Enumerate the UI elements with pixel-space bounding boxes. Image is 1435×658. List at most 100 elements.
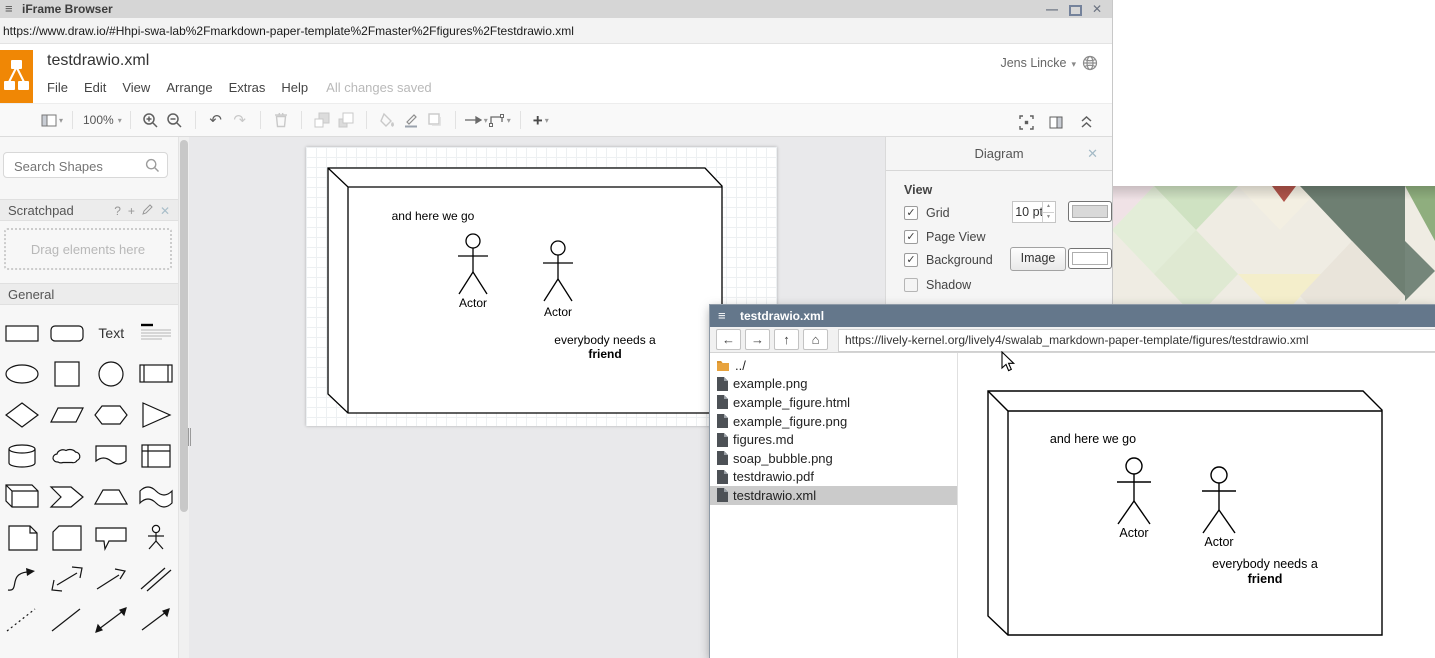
to-back-button[interactable] xyxy=(334,108,358,132)
search-input[interactable] xyxy=(12,154,146,178)
back-button[interactable]: ← xyxy=(716,329,741,350)
collapse-toolbar-button[interactable] xyxy=(1074,110,1098,134)
menu-arrange[interactable]: Arrange xyxy=(166,80,212,97)
maximize-button[interactable] xyxy=(1067,2,1083,16)
shape-arrow[interactable] xyxy=(89,558,134,599)
menu-file[interactable]: File xyxy=(47,80,68,97)
shape-process[interactable] xyxy=(134,353,179,394)
browser-url-bar[interactable]: https://www.draw.io/#Hhpi-swa-lab%2Fmark… xyxy=(0,18,1112,44)
shape-step[interactable] xyxy=(45,476,90,517)
menu-view[interactable]: View xyxy=(122,80,150,97)
shape-bidirectional-arrow[interactable] xyxy=(45,558,90,599)
fill-color-button[interactable] xyxy=(375,108,399,132)
shape-curve[interactable] xyxy=(0,558,45,599)
window-titlebar[interactable]: ≡ iFrame Browser — ✕ xyxy=(0,0,1112,19)
shape-callout[interactable] xyxy=(89,517,134,558)
close-button[interactable]: ✕ xyxy=(1089,2,1105,16)
scratchpad-help-icon[interactable]: ? xyxy=(114,200,121,222)
user-menu[interactable]: Jens Lincke ▾ xyxy=(1000,55,1098,71)
insert-dropdown[interactable]: + ▾ xyxy=(529,108,553,132)
shape-diamond[interactable] xyxy=(0,394,45,435)
page-view-checkbox[interactable]: ✓ xyxy=(904,230,918,244)
shape-actor[interactable] xyxy=(134,517,179,558)
format-panel-header[interactable]: Diagram ✕ xyxy=(886,137,1112,171)
shape-bidirectional-connector[interactable] xyxy=(89,599,134,640)
grid-checkbox[interactable]: ✓ xyxy=(904,206,918,220)
shape-circle[interactable] xyxy=(89,353,134,394)
to-front-button[interactable] xyxy=(310,108,334,132)
menu-extras[interactable]: Extras xyxy=(229,80,266,97)
delete-button[interactable] xyxy=(269,108,293,132)
shape-cube[interactable] xyxy=(0,476,45,517)
fullscreen-button[interactable] xyxy=(1014,110,1038,134)
page-view-dropdown[interactable]: ▾ xyxy=(40,108,64,132)
scratchpad-close-icon[interactable]: ✕ xyxy=(160,200,170,222)
list-item-file[interactable]: example_figure.html xyxy=(710,393,957,412)
scratchpad-section-header[interactable]: Scratchpad ? + ✕ xyxy=(0,199,178,221)
shape-trapezoid[interactable] xyxy=(89,476,134,517)
grid-size-input[interactable] xyxy=(1013,202,1045,222)
shape-rounded-rectangle[interactable] xyxy=(45,312,90,353)
hamburger-icon[interactable]: ≡ xyxy=(5,0,13,18)
search-shapes-box[interactable] xyxy=(3,152,168,178)
shape-parallelogram[interactable] xyxy=(45,394,90,435)
shape-internal-storage[interactable] xyxy=(134,435,179,476)
shape-cloud[interactable] xyxy=(45,435,90,476)
list-item-file[interactable]: testdrawio.pdf xyxy=(710,468,957,487)
zoom-level-dropdown[interactable]: 100% ▾ xyxy=(81,108,122,132)
zoom-in-button[interactable] xyxy=(139,108,163,132)
shape-card[interactable] xyxy=(45,517,90,558)
shape-document[interactable] xyxy=(89,435,134,476)
up-button[interactable]: ↑ xyxy=(774,329,799,350)
shape-square[interactable] xyxy=(45,353,90,394)
list-item-file[interactable]: example.png xyxy=(710,375,957,394)
shape-line[interactable] xyxy=(45,599,90,640)
background-checkbox[interactable]: ✓ xyxy=(904,253,918,267)
undo-button[interactable]: ↶ xyxy=(204,108,228,132)
shadow-button[interactable] xyxy=(423,108,447,132)
shape-tape[interactable] xyxy=(134,476,179,517)
list-item-file-selected[interactable]: testdrawio.xml xyxy=(710,486,957,505)
menu-help[interactable]: Help xyxy=(281,80,308,97)
shape-hexagon[interactable] xyxy=(89,394,134,435)
waypoint-style-dropdown[interactable]: ▾ xyxy=(488,108,512,132)
general-section-header[interactable]: General xyxy=(0,283,178,305)
shape-ellipse[interactable] xyxy=(0,353,45,394)
shape-note[interactable] xyxy=(0,517,45,558)
redo-button[interactable]: ↷ xyxy=(228,108,252,132)
zoom-out-button[interactable] xyxy=(163,108,187,132)
shape-directional-connector[interactable] xyxy=(134,599,179,640)
home-button[interactable]: ⌂ xyxy=(803,329,828,350)
scratchpad-edit-icon[interactable] xyxy=(142,200,153,222)
format-panel-toggle[interactable] xyxy=(1044,110,1068,134)
minimize-button[interactable]: — xyxy=(1044,2,1060,16)
line-color-button[interactable] xyxy=(399,108,423,132)
forward-button[interactable]: → xyxy=(745,329,770,350)
shape-dashed-line[interactable] xyxy=(0,599,45,640)
sidebar-scrollbar-thumb[interactable] xyxy=(180,140,188,512)
file-browser-url-field[interactable]: https://lively-kernel.org/lively4/swalab… xyxy=(838,329,1435,352)
list-item-parent-dir[interactable]: ../ xyxy=(710,356,957,375)
list-item-file[interactable]: example_figure.png xyxy=(710,412,957,431)
search-icon[interactable] xyxy=(145,158,160,178)
shape-rectangle[interactable] xyxy=(0,312,45,353)
list-item-file[interactable]: figures.md xyxy=(710,430,957,449)
shape-triangle[interactable] xyxy=(134,394,179,435)
sidebar-splitter-handle[interactable] xyxy=(188,428,193,446)
shadow-checkbox[interactable] xyxy=(904,278,918,292)
background-color-swatch[interactable] xyxy=(1068,248,1112,269)
scratchpad-add-icon[interactable]: + xyxy=(128,200,135,222)
format-panel-close-icon[interactable]: ✕ xyxy=(1087,137,1098,170)
grid-size-spinner[interactable]: ▲ ▼ xyxy=(1042,202,1054,222)
shape-text[interactable]: Text xyxy=(89,312,134,353)
background-image-button[interactable]: Image xyxy=(1010,247,1066,271)
hamburger-icon[interactable]: ≡ xyxy=(718,305,726,327)
connection-style-dropdown[interactable]: ▾ xyxy=(464,108,488,132)
scratchpad-dropzone[interactable]: Drag elements here xyxy=(4,228,172,270)
file-browser-titlebar[interactable]: ≡ testdrawio.xml xyxy=(710,305,1435,327)
shape-double-line[interactable] xyxy=(134,558,179,599)
grid-color-swatch[interactable] xyxy=(1068,201,1112,222)
menu-edit[interactable]: Edit xyxy=(84,80,106,97)
shape-cylinder[interactable] xyxy=(0,435,45,476)
globe-icon[interactable] xyxy=(1082,55,1098,71)
